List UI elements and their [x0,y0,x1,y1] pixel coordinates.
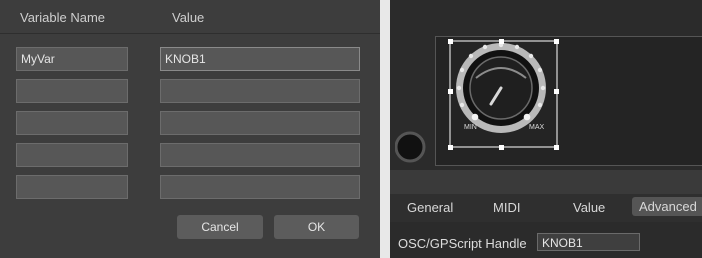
variable-name-field-2[interactable] [16,79,128,103]
resize-handle-mr[interactable] [554,89,559,94]
tab-general[interactable]: General [407,200,453,215]
value-field-4[interactable] [160,143,360,167]
resize-handle-tl[interactable] [448,39,453,44]
variable-name-field-3[interactable] [16,111,128,135]
value-field-3[interactable] [160,111,360,135]
resize-handle-br[interactable] [554,145,559,150]
resize-handle-tm[interactable] [499,39,504,44]
handle-row: OSC/GPScript Handle KNOB1 [390,228,702,258]
osc-handle-input[interactable]: KNOB1 [537,233,640,251]
osc-handle-label: OSC/GPScript Handle [398,236,527,251]
variable-name-field-1[interactable]: MyVar [16,47,128,71]
widget-editor: MIN MAX General MIDI Value Advanced OSC/… [390,0,702,258]
value-field-5[interactable] [160,175,360,199]
panel-divider [380,0,390,258]
tab-midi[interactable]: MIDI [493,200,520,215]
resize-handle-ml[interactable] [448,89,453,94]
column-header-value: Value [172,10,205,25]
editor-strip [390,170,702,194]
knob-widget[interactable] [390,0,702,170]
variable-name-field-4[interactable] [16,143,128,167]
column-header-variable-name: Variable Name [20,10,106,25]
resize-handle-bm[interactable] [499,145,504,150]
properties-tabs: General MIDI Value Advanced [390,194,702,222]
variables-dialog: Variable Name Value MyVar KNOB1 Cancel O… [0,0,380,258]
cancel-button[interactable]: Cancel [177,215,263,239]
tab-advanced[interactable]: Advanced [632,197,702,216]
table-header: Variable Name Value [0,0,380,34]
value-field-1[interactable]: KNOB1 [160,47,360,71]
min-dot-icon [471,113,479,121]
resize-handle-bl[interactable] [448,145,453,150]
max-dot-icon [523,113,531,121]
variable-name-field-5[interactable] [16,175,128,199]
tab-value[interactable]: Value [573,200,605,215]
knob-min-label: MIN [464,124,477,131]
ok-button[interactable]: OK [274,215,359,239]
value-field-2[interactable] [160,79,360,103]
knob-max-label: MAX [529,124,545,131]
resize-handle-tr[interactable] [554,39,559,44]
